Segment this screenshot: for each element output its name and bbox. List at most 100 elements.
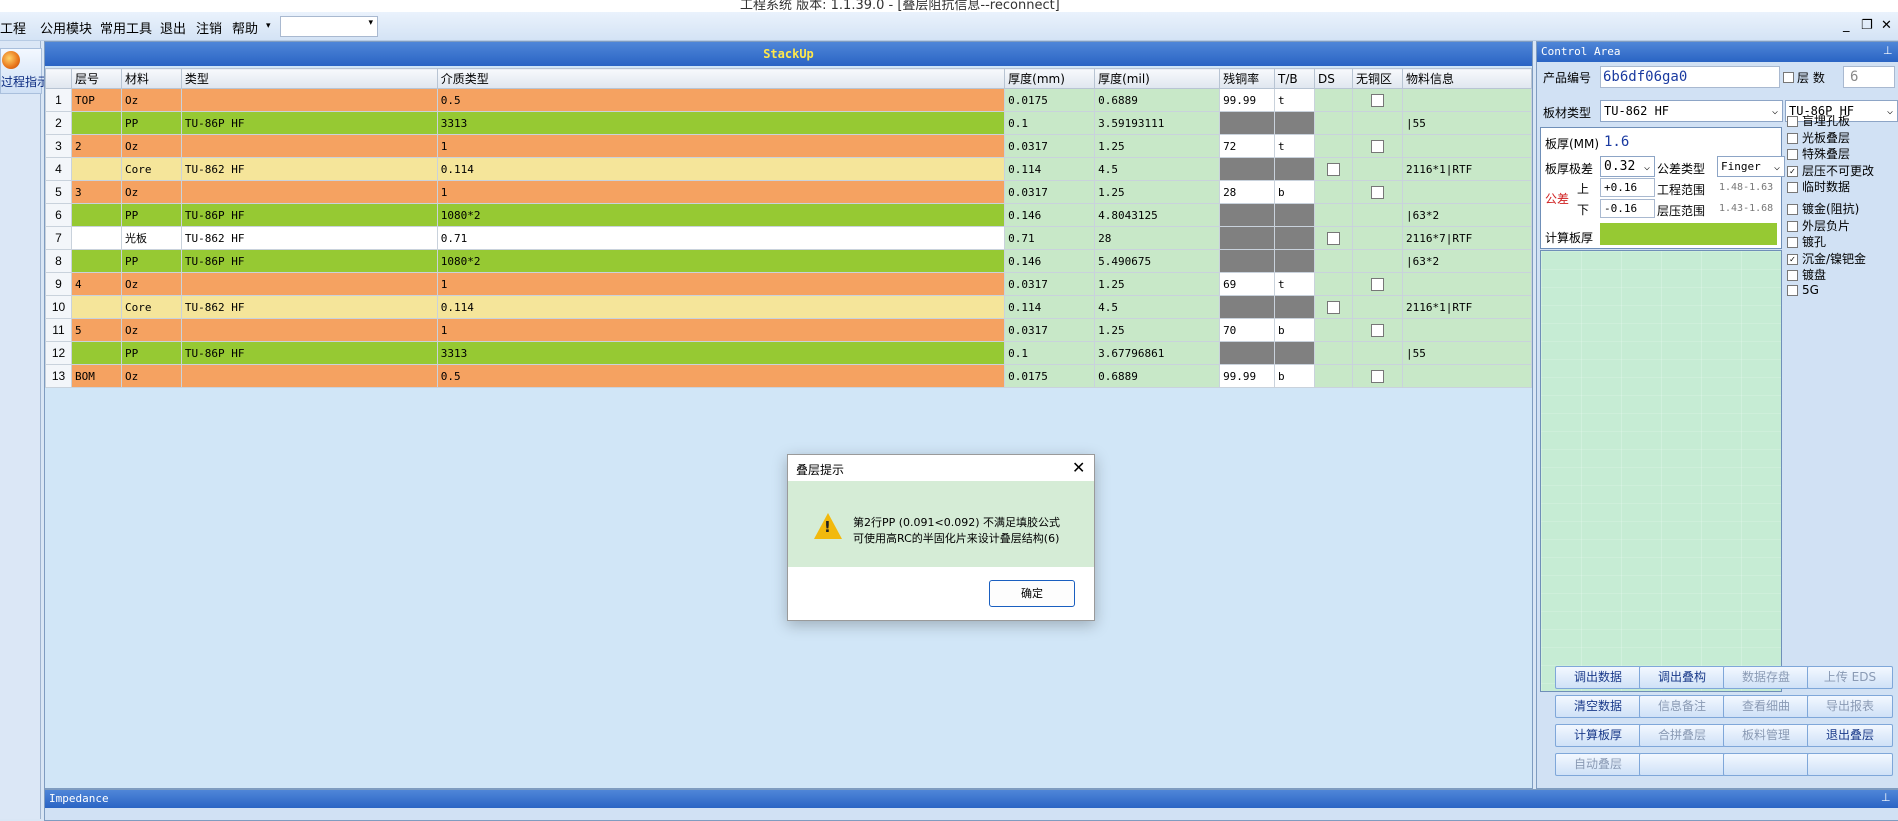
checkbox[interactable] [1787,182,1798,194]
table-row[interactable]: 11 5 Oz 1 0.0317 1.25 70 b [45,318,1532,342]
cell-tb[interactable]: t [1274,272,1316,296]
cell-layer[interactable]: 4 [70,272,122,296]
cell-info[interactable]: 2116*1|RTF [1402,295,1532,319]
help-dropdown-icon[interactable]: ▾ [266,21,271,31]
cell-tb[interactable] [1274,203,1316,227]
cell-mm[interactable]: 0.114 [1004,295,1096,319]
cell-type[interactable] [180,318,438,342]
thickness-field[interactable]: 1.6 [1600,131,1779,153]
cell-tb[interactable]: b [1274,364,1316,388]
cell-info[interactable]: 2116*1|RTF [1402,157,1532,181]
board-type-select[interactable]: TU-862 HF ⌵ [1600,100,1783,122]
checkbox[interactable] [1371,323,1384,337]
checkbox[interactable] [1787,204,1798,215]
cell-medium[interactable]: 1080*2 [436,203,1006,227]
cell-rc[interactable] [1219,226,1276,250]
cell-mat[interactable]: Oz [120,272,182,296]
checkbox[interactable] [1327,231,1341,245]
menu-logout[interactable]: 注销 [196,18,222,37]
ds-cell[interactable] [1314,203,1354,227]
option-checkbox[interactable]: ✓ 层压不可更改 [1787,162,1874,179]
cell-mm[interactable]: 0.146 [1004,249,1096,273]
cell-type[interactable]: TU-86P HF [180,111,438,135]
mdi-close-icon[interactable]: ✕ [1881,18,1892,33]
mdi-minimize-icon[interactable]: _ [1843,18,1850,33]
cell-mil[interactable]: 4.5 [1094,157,1221,181]
option-checkbox[interactable]: 盲埋孔板 [1787,112,1850,129]
cell-info[interactable]: |55 [1402,341,1532,365]
product-number-field[interactable]: 6b6df06ga0 [1600,66,1780,88]
table-row[interactable]: 6 PP TU-86P HF 1080*2 0.146 4.8043125 |63*2 [45,203,1532,227]
control-button[interactable]: 清空数据 [1555,695,1641,718]
cell-mat[interactable]: PP [120,249,182,273]
control-button[interactable]: 上传 EDS [1807,666,1893,689]
no-copper-cell[interactable] [1352,88,1403,112]
control-button[interactable]: 计算板厚 [1555,724,1641,747]
cell-rc[interactable] [1219,111,1276,135]
cell-mil[interactable]: 28 [1094,226,1221,250]
cell-mm[interactable]: 0.1 [1004,341,1096,365]
cell-mil[interactable]: 0.6889 [1094,364,1221,388]
ds-cell[interactable] [1314,249,1354,273]
cell-layer[interactable] [70,341,122,365]
option-checkbox[interactable]: 光板叠层 [1787,129,1850,146]
control-button[interactable]: 查看细曲 [1723,695,1809,718]
cell-info[interactable] [1402,272,1532,296]
cell-tb[interactable] [1274,111,1316,135]
cell-tb[interactable] [1274,341,1316,365]
no-copper-cell[interactable] [1352,134,1403,158]
cell-tb[interactable]: t [1274,88,1316,112]
cell-info[interactable]: 2116*7|RTF [1402,226,1532,250]
cell-medium[interactable]: 1 [436,318,1006,342]
checkbox[interactable] [1327,162,1341,176]
cell-mm[interactable]: 0.0317 [1004,134,1096,158]
cell-mm[interactable]: 0.0317 [1004,180,1096,204]
cell-rc[interactable] [1219,157,1276,181]
no-copper-cell[interactable] [1352,341,1403,365]
cell-mil[interactable]: 1.25 [1094,272,1221,296]
table-row[interactable]: 7 光板 TU-862 HF 0.71 0.71 28 2116*7|RTF [45,226,1532,250]
cell-mat[interactable]: PP [120,111,182,135]
cell-mat[interactable]: Oz [120,180,182,204]
ds-cell[interactable] [1314,134,1354,158]
checkbox[interactable] [1327,300,1341,314]
tolerance-down-field[interactable]: -0.16 [1600,199,1655,218]
cell-tb[interactable]: t [1274,134,1316,158]
table-row[interactable]: 8 PP TU-86P HF 1080*2 0.146 5.490675 |63*2 [45,249,1532,273]
cell-mil[interactable]: 1.25 [1094,318,1221,342]
column-header[interactable]: 无铜区 [1352,68,1403,89]
cell-mat[interactable]: Core [120,157,182,181]
table-row[interactable]: 3 2 Oz 1 0.0317 1.25 72 t [45,134,1532,158]
cell-layer[interactable]: 5 [70,318,122,342]
cell-mm[interactable]: 0.0317 [1004,272,1096,296]
cell-type[interactable] [180,364,438,388]
option-checkbox[interactable]: 镀盘 [1787,266,1826,283]
option-checkbox[interactable]: 临时数据 [1787,178,1850,195]
cell-rc[interactable] [1219,203,1276,227]
ds-cell[interactable] [1314,318,1354,342]
control-button[interactable]: 导出报表 [1807,695,1893,718]
menu-exit[interactable]: 退出 [160,18,186,37]
cell-mat[interactable]: Oz [120,88,182,112]
cell-rc[interactable]: 99.99 [1219,364,1276,388]
cell-tb[interactable] [1274,295,1316,319]
cell-info[interactable] [1402,88,1532,112]
cell-medium[interactable]: 0.71 [436,226,1006,250]
no-copper-cell[interactable] [1352,111,1403,135]
checkbox-checked[interactable]: ✓ [1787,165,1798,177]
column-header[interactable]: 层号 [70,68,122,89]
cell-info[interactable] [1402,134,1532,158]
cell-layer[interactable] [70,203,122,227]
control-button[interactable]: 自动叠层 [1555,753,1641,776]
cell-type[interactable]: TU-86P HF [180,341,438,365]
column-header[interactable]: T/B [1274,68,1316,89]
checkbox[interactable] [1787,116,1798,127]
no-copper-cell[interactable] [1352,249,1403,273]
cell-mm[interactable]: 0.0175 [1004,364,1096,388]
column-header[interactable]: 材料 [120,68,182,89]
ok-button[interactable]: 确定 [989,580,1075,607]
cell-medium[interactable]: 3313 [436,111,1006,135]
option-checkbox[interactable]: ✓ 沉金/镍钯金 [1787,250,1866,267]
cell-rc[interactable]: 72 [1219,134,1276,158]
cell-medium[interactable]: 1 [436,272,1006,296]
